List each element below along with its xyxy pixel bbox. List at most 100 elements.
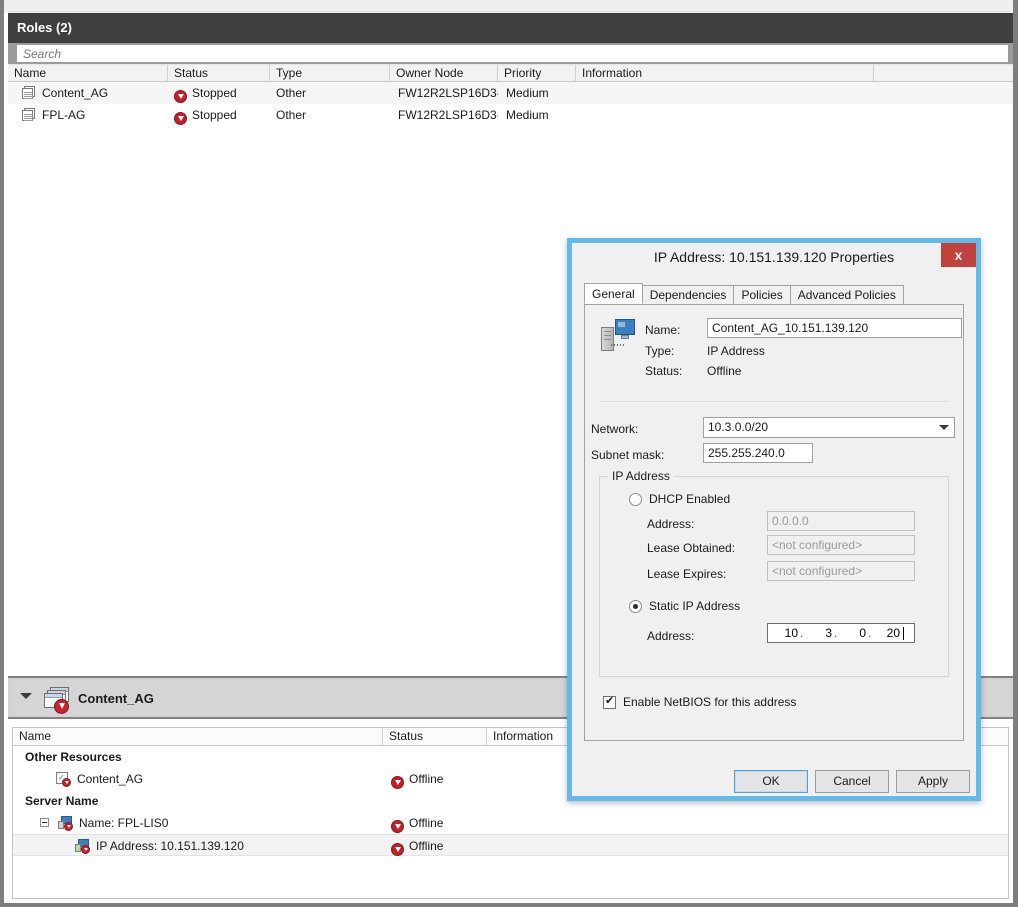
table-row[interactable]: Content_AG Stopped Other FW12R2LSP16D3-2… xyxy=(8,82,1013,104)
subnet-mask-label: Subnet mask: xyxy=(591,448,665,462)
cell-owner-node: FW12R2LSP16D3-2 xyxy=(398,108,498,122)
role-icon xyxy=(22,86,36,100)
cell-status: Stopped xyxy=(174,82,270,104)
chevron-down-icon[interactable] xyxy=(20,693,32,699)
chevron-down-icon xyxy=(939,425,949,430)
top-strip-inner xyxy=(8,0,1009,12)
tab-policies[interactable]: Policies xyxy=(733,285,791,304)
group-label: Server Name xyxy=(25,794,99,808)
dialog-title: IP Address: 10.151.139.120 Properties xyxy=(653,249,895,265)
lease-obtained-field xyxy=(767,535,915,555)
status-offline-icon xyxy=(391,776,404,789)
tab-dependencies[interactable]: Dependencies xyxy=(641,285,735,304)
cell-owner-node: FW12R2LSP16D3-2 xyxy=(398,86,498,100)
cell-status: Stopped xyxy=(174,104,270,126)
cell-type: Other xyxy=(276,108,307,122)
res-column-header-name[interactable]: Name xyxy=(13,728,383,745)
cell-status-label: Stopped xyxy=(192,108,237,122)
network-select[interactable]: 10.3.0.0/20 xyxy=(703,417,955,438)
resource-status-label: Offline xyxy=(409,772,444,786)
dialog-titlebar[interactable]: IP Address: 10.151.139.120 Properties x xyxy=(572,243,976,272)
cell-name: Content_AG xyxy=(42,86,109,100)
resource-status-label: Offline xyxy=(409,839,444,853)
static-ip-address-field[interactable]: 10 . 3 . 0 . 20 xyxy=(767,623,915,643)
detail-pane-title: Content_AG xyxy=(78,691,154,706)
column-header-owner-node[interactable]: Owner Node xyxy=(390,65,498,82)
general-tab-page: Name: Type: IP Address Status: Offline N… xyxy=(584,304,964,741)
netbios-checkbox[interactable] xyxy=(603,695,616,709)
status-offline-icon xyxy=(391,820,404,833)
type-label: Type: xyxy=(645,344,675,358)
ip-resource-icon xyxy=(601,319,637,353)
dhcp-address-label: Address: xyxy=(647,517,695,531)
ip-dot-3: . xyxy=(868,626,872,640)
dhcp-enabled-radio[interactable] xyxy=(629,493,642,506)
ip-octet-3[interactable]: 0 xyxy=(840,625,866,642)
table-row[interactable]: FPL-AG Stopped Other FW12R2LSP16D3-2 Med… xyxy=(8,104,1013,126)
ip-dot-2: . xyxy=(834,626,838,640)
column-header-priority[interactable]: Priority xyxy=(498,65,576,82)
cell-type: Other xyxy=(276,86,307,100)
column-header-type[interactable]: Type xyxy=(270,65,390,82)
ip-octet-1[interactable]: 10 xyxy=(772,625,798,642)
dialog-body: IP Address: 10.151.139.120 Properties x … xyxy=(572,243,976,796)
close-icon[interactable]: x xyxy=(941,243,976,267)
ip-dot-1: . xyxy=(800,626,804,640)
status-label: Status: xyxy=(645,364,683,378)
resource-status: Offline xyxy=(391,812,487,834)
group-label: Other Resources xyxy=(25,750,122,764)
list-item[interactable]: IP Address: 10.151.139.120 Offline xyxy=(13,834,1008,856)
apply-button[interactable]: Apply xyxy=(896,770,970,793)
network-selected-value: 10.3.0.0/20 xyxy=(708,420,769,434)
cancel-button[interactable]: Cancel xyxy=(815,770,889,793)
text-caret xyxy=(903,627,904,640)
top-strip xyxy=(4,0,1013,13)
static-ip-radio[interactable] xyxy=(629,600,642,613)
cell-information xyxy=(582,104,874,126)
search-input[interactable] xyxy=(17,45,1008,62)
resource-status: Offline xyxy=(391,835,487,857)
server-name-icon xyxy=(58,816,73,831)
failover-cluster-manager-window: Roles (2) Name Status Type Owner Node Pr… xyxy=(0,0,1018,907)
roles-header: Roles (2) xyxy=(8,13,1013,43)
ip-octet-2[interactable]: 3 xyxy=(806,625,832,642)
cell-priority: Medium xyxy=(506,86,549,100)
column-header-name[interactable]: Name xyxy=(8,65,168,82)
cell-name: FPL-AG xyxy=(42,108,86,122)
static-address-label: Address: xyxy=(647,629,695,643)
resource-name: IP Address: 10.151.139.120 xyxy=(96,839,244,853)
dhcp-address-field xyxy=(767,511,915,531)
res-column-header-status[interactable]: Status xyxy=(383,728,487,745)
column-header-status[interactable]: Status xyxy=(168,65,270,82)
resource-name: Content_AG xyxy=(77,772,144,786)
resource-status-label: Offline xyxy=(409,816,444,830)
type-value: IP Address xyxy=(707,344,765,358)
lease-expires-field xyxy=(767,561,915,581)
static-ip-label: Static IP Address xyxy=(649,599,741,613)
column-header-information[interactable]: Information xyxy=(576,65,874,82)
dhcp-enabled-label: DHCP Enabled xyxy=(649,492,731,506)
ip-address-groupbox-label: IP Address xyxy=(608,469,674,483)
lease-obtained-label: Lease Obtained: xyxy=(647,541,736,555)
tree-collapse-toggle[interactable] xyxy=(40,818,49,827)
tab-general[interactable]: General xyxy=(584,283,643,304)
lease-expires-label: Lease Expires: xyxy=(647,567,727,581)
ip-octet-4[interactable]: 20 xyxy=(874,625,900,642)
resource-status: Offline xyxy=(391,768,487,790)
tab-advanced-policies[interactable]: Advanced Policies xyxy=(789,285,904,304)
status-value: Offline xyxy=(707,364,742,378)
list-item[interactable]: Name: FPL-LIS0 Offline xyxy=(13,812,1008,834)
role-icon xyxy=(22,108,36,122)
status-stopped-icon xyxy=(174,90,187,103)
status-stopped-icon xyxy=(174,112,187,125)
name-label: Name: xyxy=(645,323,681,337)
roles-grid-header: Name Status Type Owner Node Priority Inf… xyxy=(8,64,1013,82)
netbios-label: Enable NetBIOS for this address xyxy=(623,695,797,709)
name-field[interactable] xyxy=(707,318,962,338)
ok-button[interactable]: OK xyxy=(734,770,808,793)
status-offline-icon xyxy=(391,843,404,856)
column-header-spacer xyxy=(874,65,1013,82)
cell-status-label: Stopped xyxy=(192,86,237,100)
resource-information xyxy=(493,835,633,857)
divider xyxy=(599,401,949,402)
